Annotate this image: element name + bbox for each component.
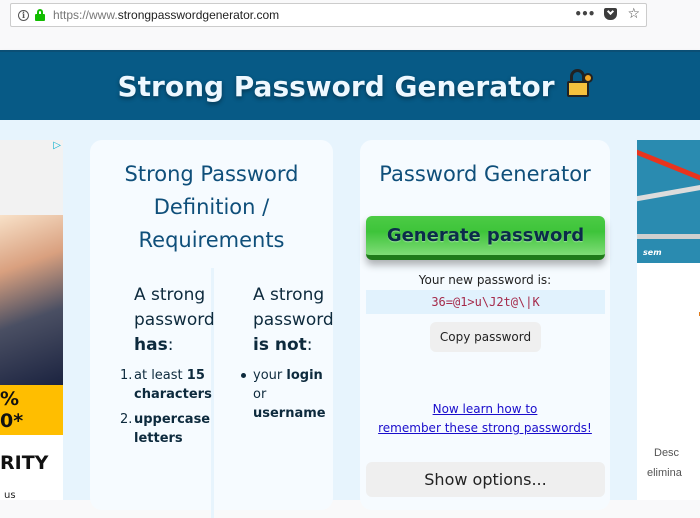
pocket-icon[interactable] xyxy=(604,8,618,20)
copy-password-button[interactable]: Copy password xyxy=(430,322,541,352)
ad-photo xyxy=(0,215,63,385)
bookmark-star-icon[interactable]: ☆ xyxy=(627,7,640,21)
list-item-bold: uppercase letters xyxy=(134,412,211,446)
has-column: A strong password has: 1. at least 15 ch… xyxy=(120,283,215,454)
learn-link-line2[interactable]: remember these strong passwords! xyxy=(360,419,610,438)
list-item: 2. uppercase letters xyxy=(120,410,211,448)
is-not-heading-prefix: A strong password xyxy=(253,285,334,330)
has-heading-prefix: A strong password xyxy=(134,285,215,330)
lock-with-key-icon xyxy=(566,69,593,99)
is-not-column: A strong password is not: your login or … xyxy=(241,283,334,423)
bullet-icon xyxy=(241,373,246,378)
url-prefix: https://www. xyxy=(53,8,118,22)
learn-link-line1[interactable]: Now learn how to xyxy=(360,400,610,419)
browser-toolbar: i https://www.strongpasswordgenerator.co… xyxy=(0,0,700,50)
ad-logo: sem xyxy=(643,248,662,257)
has-list: 1. at least 15 characters 2. uppercase l… xyxy=(120,366,212,448)
ad-small-text: us xyxy=(4,490,16,500)
has-heading-bold: has xyxy=(134,335,168,355)
ad-choices-icon[interactable]: ▷ xyxy=(53,140,61,151)
list-number: 2. xyxy=(120,412,133,427)
list-item-bold: username xyxy=(253,406,326,421)
ad-headline: RITY xyxy=(0,452,49,474)
site-header: Strong Password Generator xyxy=(0,50,700,120)
learn-remember-link[interactable]: Now learn how to remember these strong p… xyxy=(360,400,610,438)
address-bar[interactable]: i https://www.strongpasswordgenerator.co… xyxy=(10,3,647,27)
new-password-label: Your new password is: xyxy=(418,273,552,287)
has-heading-colon: : xyxy=(167,335,174,355)
has-heading: A strong password has: xyxy=(134,283,215,358)
info-icon[interactable]: i xyxy=(18,9,29,21)
list-item: 1. at least 15 characters xyxy=(120,366,212,404)
ad-promo-line2: 0* xyxy=(0,410,24,432)
definition-card: Strong Password Definition / Requirement… xyxy=(90,140,334,518)
is-not-heading-bold: is not xyxy=(253,335,307,355)
generator-card: Password Generator Generate password You… xyxy=(360,140,610,510)
generate-password-button[interactable]: Generate password xyxy=(366,216,605,260)
list-item-text: your xyxy=(253,368,283,383)
ad-top-area xyxy=(0,140,63,215)
site-title: Strong Password Generator xyxy=(117,69,555,103)
is-not-list: your login or username xyxy=(241,366,330,423)
list-item-text: or xyxy=(253,387,267,402)
ad-desc-line2: elimina xyxy=(647,467,682,479)
url-text[interactable]: https://www.strongpasswordgenerator.com xyxy=(53,8,279,22)
show-options-button[interactable]: Show options... xyxy=(366,462,605,497)
is-not-heading-colon: : xyxy=(306,335,313,355)
left-advertisement[interactable]: ▷ % 0* RITY us xyxy=(0,140,63,500)
list-number: 1. xyxy=(120,368,133,383)
page-actions-icon[interactable]: ••• xyxy=(574,7,595,21)
ad-desc-line1: Desc xyxy=(654,447,680,459)
ad-promo-banner: % 0* xyxy=(0,385,63,435)
ad-promo-line1: % xyxy=(0,388,20,410)
generator-title: Password Generator xyxy=(379,162,591,186)
generated-password[interactable]: 36=@1>u\J2t@\|K xyxy=(366,290,605,314)
ad-description: Desc elimina xyxy=(647,443,682,483)
list-item-text: at least xyxy=(134,368,183,383)
right-advertisement[interactable]: sem Desc elimina xyxy=(637,140,700,500)
is-not-heading: A strong password is not: xyxy=(253,283,334,358)
definition-title: Strong Password Definition / Requirement… xyxy=(124,162,299,252)
list-item: your login or username xyxy=(241,366,330,423)
secure-lock-icon[interactable] xyxy=(35,9,45,21)
ad-image: sem xyxy=(637,140,700,263)
list-item-bold: login xyxy=(286,368,323,383)
url-domain: strongpasswordgenerator.com xyxy=(117,8,280,22)
